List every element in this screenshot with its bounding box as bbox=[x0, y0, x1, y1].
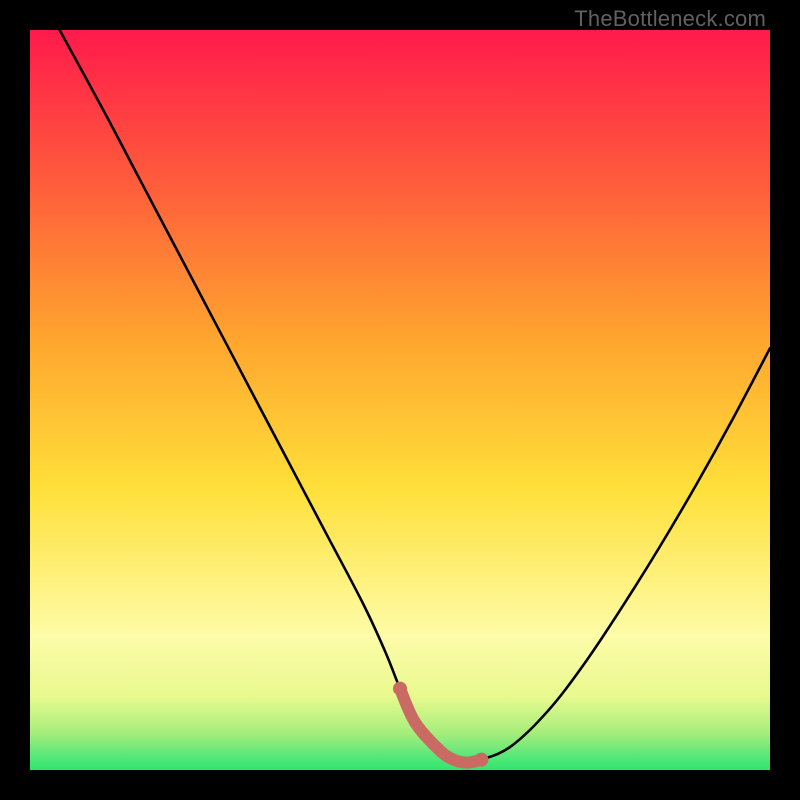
highlight-start-dot bbox=[393, 682, 407, 696]
watermark-text: TheBottleneck.com bbox=[574, 6, 766, 32]
chart-frame: TheBottleneck.com bbox=[0, 0, 800, 800]
bottleneck-curve-svg bbox=[30, 30, 770, 770]
plot-area bbox=[30, 30, 770, 770]
bottleneck-highlight-segment bbox=[400, 689, 481, 763]
bottleneck-curve-line bbox=[60, 30, 770, 763]
highlight-end-dot bbox=[474, 753, 488, 767]
